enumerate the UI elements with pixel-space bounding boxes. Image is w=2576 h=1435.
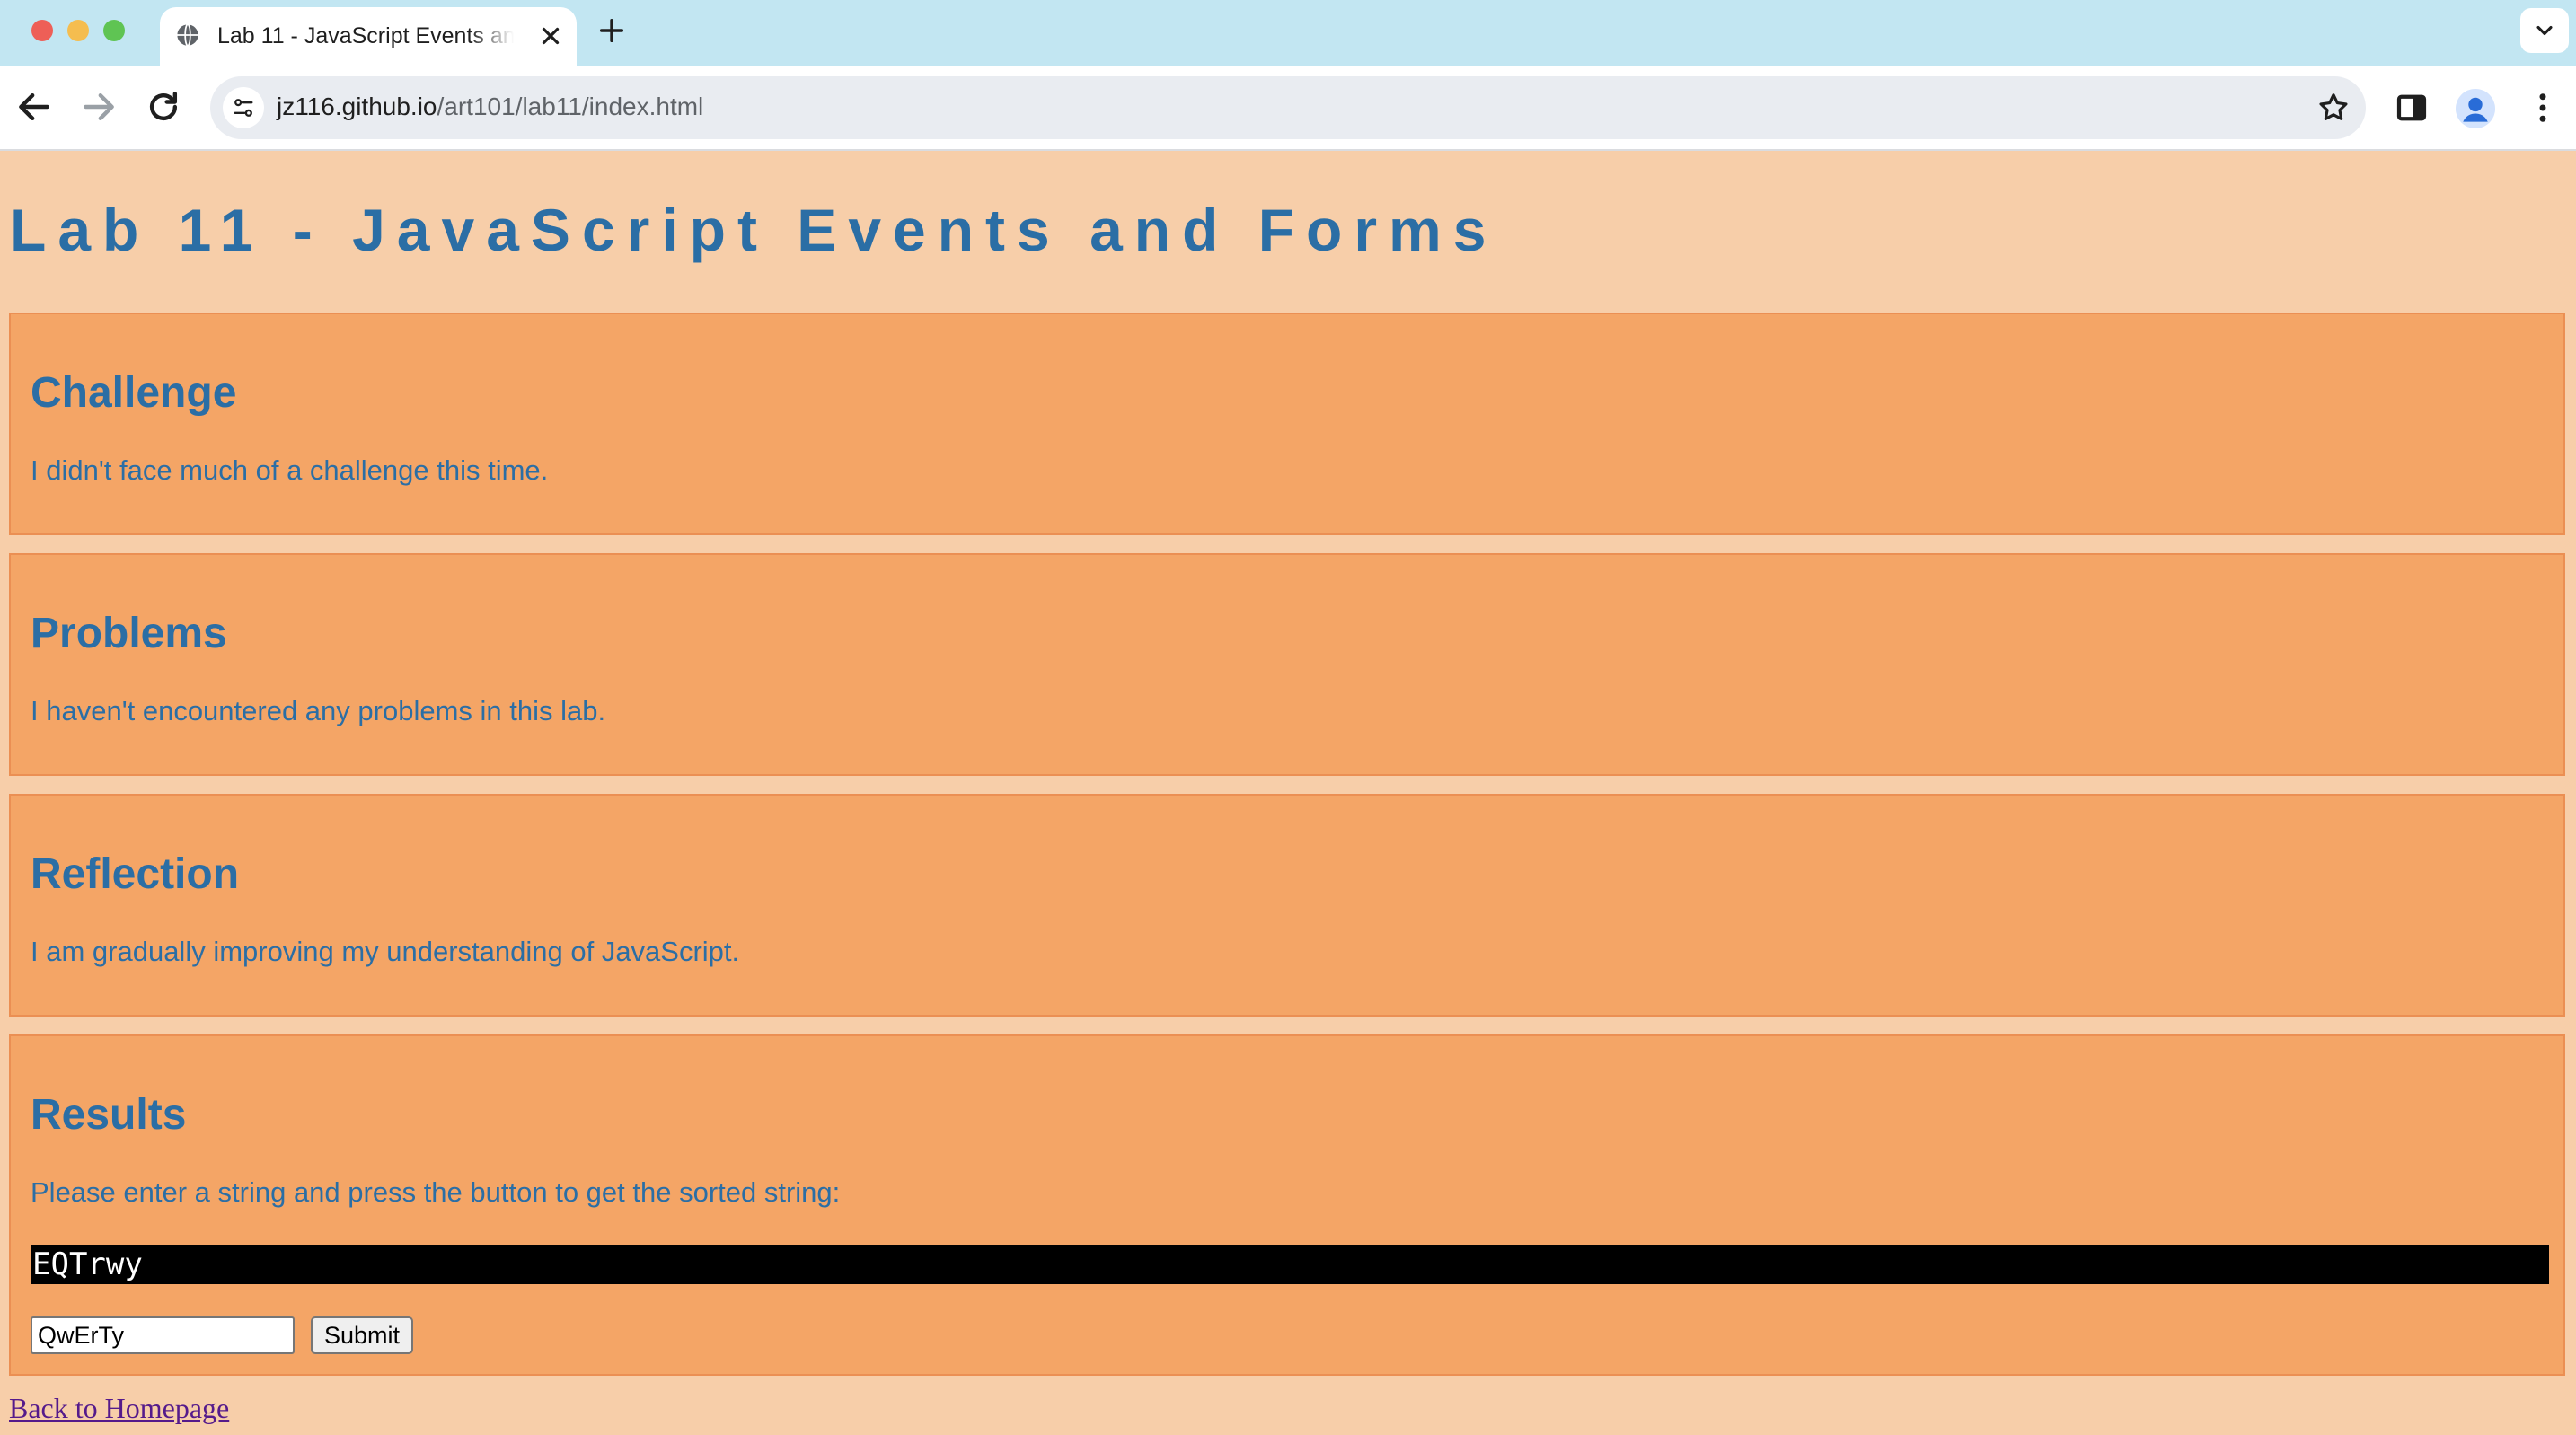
section-text: I didn't face much of a challenge this t… — [31, 454, 549, 486]
page-content: Lab 11 - JavaScript Events and Forms Cha… — [0, 151, 2576, 1435]
reflection-section: Reflection I am gradually improving my u… — [9, 794, 2565, 1017]
url-host: jz116.github.io — [277, 92, 437, 120]
address-bar[interactable]: jz116.github.io/art101/lab11/index.html — [210, 76, 2366, 139]
results-instructions: Please enter a string and press the butt… — [31, 1176, 841, 1208]
globe-icon — [175, 22, 200, 48]
string-input[interactable] — [31, 1316, 295, 1354]
tab-title: Lab 11 - JavaScript Events and Forms — [217, 23, 514, 48]
tab-strip: Lab 11 - JavaScript Events and Forms — [0, 0, 2576, 66]
forward-arrow-icon[interactable] — [79, 87, 119, 127]
more-vertical-icon[interactable] — [2524, 89, 2562, 127]
challenge-section: Challenge I didn't face much of a challe… — [9, 313, 2565, 535]
problems-section: Problems I haven't encountered any probl… — [9, 553, 2565, 776]
section-text: I am gradually improving my understandin… — [31, 936, 740, 967]
window-minimize-control[interactable] — [67, 20, 89, 41]
section-heading: Problems — [31, 610, 227, 657]
section-heading: Reflection — [31, 850, 240, 898]
back-to-homepage-link[interactable]: Back to Homepage — [9, 1392, 229, 1425]
sorted-output: EQTrwy — [31, 1245, 2549, 1284]
browser-toolbar: jz116.github.io/art101/lab11/index.html — [0, 66, 2576, 151]
submit-button[interactable]: Submit — [311, 1316, 413, 1354]
browser-tab-active[interactable]: Lab 11 - JavaScript Events and Forms — [160, 7, 577, 66]
section-heading: Challenge — [31, 369, 237, 417]
reload-icon[interactable] — [144, 87, 183, 127]
back-arrow-icon[interactable] — [14, 87, 54, 127]
star-icon[interactable] — [2316, 91, 2351, 125]
section-text: I haven't encountered any problems in th… — [31, 695, 606, 726]
profile-icon — [2456, 89, 2495, 128]
window-close-control[interactable] — [31, 20, 53, 41]
profile-button[interactable] — [2456, 89, 2495, 128]
section-heading: Results — [31, 1091, 187, 1139]
url-path: /art101/lab11/index.html — [437, 92, 704, 120]
tab-search-button[interactable] — [2520, 8, 2569, 53]
site-info-button[interactable] — [223, 87, 264, 128]
url-text: jz116.github.io/art101/lab11/index.html — [277, 92, 703, 121]
page-title: Lab 11 - JavaScript Events and Forms — [10, 197, 1498, 263]
side-panel-icon[interactable] — [2393, 89, 2430, 127]
close-icon[interactable] — [537, 22, 564, 49]
chevron-down-icon — [2536, 25, 2553, 36]
site-settings-icon — [234, 99, 253, 117]
results-section: Results Please enter a string and press … — [9, 1034, 2565, 1376]
window-zoom-control[interactable] — [103, 20, 125, 41]
plus-icon[interactable] — [596, 15, 627, 46]
